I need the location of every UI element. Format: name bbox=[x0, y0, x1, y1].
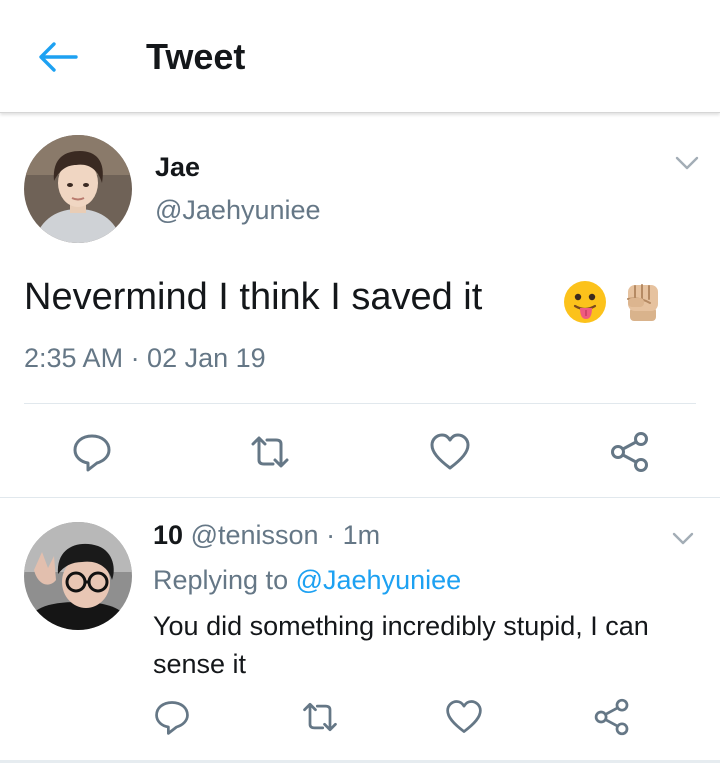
tweet-timestamp: 2:35 AM · 02 Jan 19 bbox=[24, 343, 266, 373]
reply-author-avatar[interactable] bbox=[24, 522, 132, 630]
retweet-icon bbox=[251, 436, 289, 468]
heart-icon bbox=[430, 433, 470, 470]
chevron-down-icon bbox=[675, 156, 699, 170]
reply-separator: · bbox=[326, 520, 336, 550]
page-title: Tweet bbox=[146, 36, 246, 77]
reply-time: 1m bbox=[342, 520, 381, 550]
reply-icon bbox=[155, 701, 189, 735]
share-icon bbox=[594, 698, 629, 736]
tweet-text: Nevermind I think I saved it bbox=[24, 276, 483, 318]
top-app-bar: Tweet bbox=[0, 0, 720, 113]
arrow-left-icon bbox=[39, 42, 78, 72]
back-button[interactable] bbox=[36, 40, 78, 74]
author-name[interactable]: Jae bbox=[155, 152, 200, 183]
reply-author-name[interactable]: 10 bbox=[153, 520, 183, 550]
divider bbox=[24, 403, 696, 404]
reply-retweet-button[interactable] bbox=[300, 697, 340, 737]
share-button[interactable] bbox=[608, 430, 652, 474]
avatar-image bbox=[24, 522, 132, 630]
reply-text: You did something incredibly stupid, I c… bbox=[153, 611, 649, 679]
reply-reply-button[interactable] bbox=[152, 697, 192, 737]
retweet-icon bbox=[303, 702, 337, 732]
author-handle[interactable]: @Jaehyuniee bbox=[155, 195, 321, 226]
reply-share-button[interactable] bbox=[592, 697, 632, 737]
author-avatar[interactable] bbox=[24, 135, 132, 243]
like-button[interactable] bbox=[428, 430, 472, 474]
reply-icon bbox=[73, 434, 111, 472]
reply-like-button[interactable] bbox=[444, 697, 484, 737]
reply-menu-button[interactable] bbox=[671, 529, 695, 549]
share-icon bbox=[611, 432, 648, 472]
reply-button[interactable] bbox=[70, 430, 114, 474]
avatar-image bbox=[24, 135, 132, 243]
replying-to-mention[interactable]: @Jaehyuniee bbox=[296, 565, 462, 595]
separator bbox=[0, 497, 720, 498]
chevron-down-icon bbox=[672, 532, 694, 545]
retweet-button[interactable] bbox=[248, 430, 292, 474]
tweet-menu-button[interactable] bbox=[674, 152, 700, 174]
reply-author-handle[interactable]: @tenisson bbox=[191, 520, 319, 550]
tongue-out-emoji bbox=[562, 279, 608, 325]
heart-icon bbox=[446, 700, 482, 733]
raised-fist-emoji bbox=[620, 277, 666, 323]
replying-to: Replying to @Jaehyuniee bbox=[153, 565, 461, 596]
replying-to-label: Replying to bbox=[153, 565, 289, 595]
reply-header: 10 @tenisson · 1m bbox=[153, 520, 380, 551]
